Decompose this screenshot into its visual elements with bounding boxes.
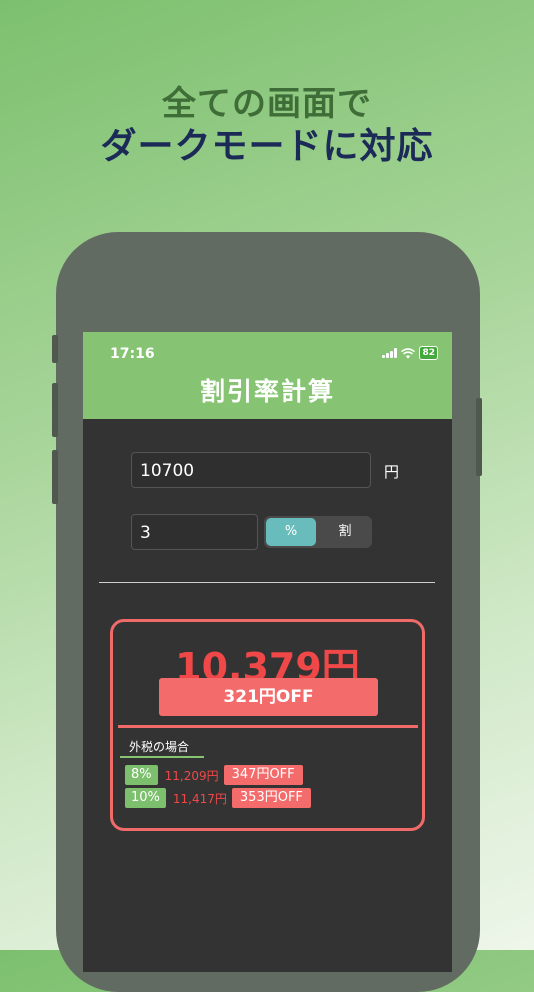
divider <box>99 582 435 583</box>
discount-amount-badge: 321円OFF <box>159 678 378 716</box>
phone-volume-up <box>52 383 58 437</box>
phone-volume-down <box>52 450 58 504</box>
unit-segmented-control: % 割 <box>264 516 372 548</box>
wifi-icon <box>401 347 416 358</box>
status-time: 17:16 <box>110 346 155 362</box>
headline-line-2: ダークモードに対応 <box>100 126 434 167</box>
result-card: 10,379円 321円OFF 外税の場合 8% 11,209円 347円OFF… <box>110 619 425 831</box>
tax-amount: 11,417円 <box>172 791 227 806</box>
tax-off-badge: 353円OFF <box>231 788 311 808</box>
segment-wari[interactable]: 割 <box>320 518 370 546</box>
tax-section-label: 外税の場合 <box>129 740 190 754</box>
tax-row-10: 10% 11,417円 353円OFF <box>125 788 311 808</box>
tax-rate-badge: 10% <box>125 788 166 808</box>
status-icons: 82 <box>382 346 438 360</box>
page-title: 割引率計算 <box>199 377 335 406</box>
tax-rate-badge: 8% <box>125 765 158 785</box>
tax-off-badge: 347円OFF <box>223 765 303 785</box>
signal-icon <box>382 348 398 358</box>
phone-power-button <box>476 398 482 476</box>
tax-section-underline <box>120 756 204 758</box>
tax-amount: 11,209円 <box>164 768 219 783</box>
battery-icon: 82 <box>419 346 438 360</box>
nav-bar: 17:16 82 割引率計算 <box>83 332 452 419</box>
phone-side-button <box>52 335 58 363</box>
tax-row-8: 8% 11,209円 347円OFF <box>125 765 303 785</box>
segment-percent[interactable]: % <box>266 518 316 546</box>
card-divider <box>118 725 418 728</box>
discount-input[interactable]: 3 <box>131 514 258 550</box>
price-input[interactable]: 10700 <box>131 452 371 488</box>
app-screen: 17:16 82 割引率計算 10700 円 3 % 割 10,379円 321… <box>83 332 452 972</box>
price-unit-label: 円 <box>384 463 400 481</box>
